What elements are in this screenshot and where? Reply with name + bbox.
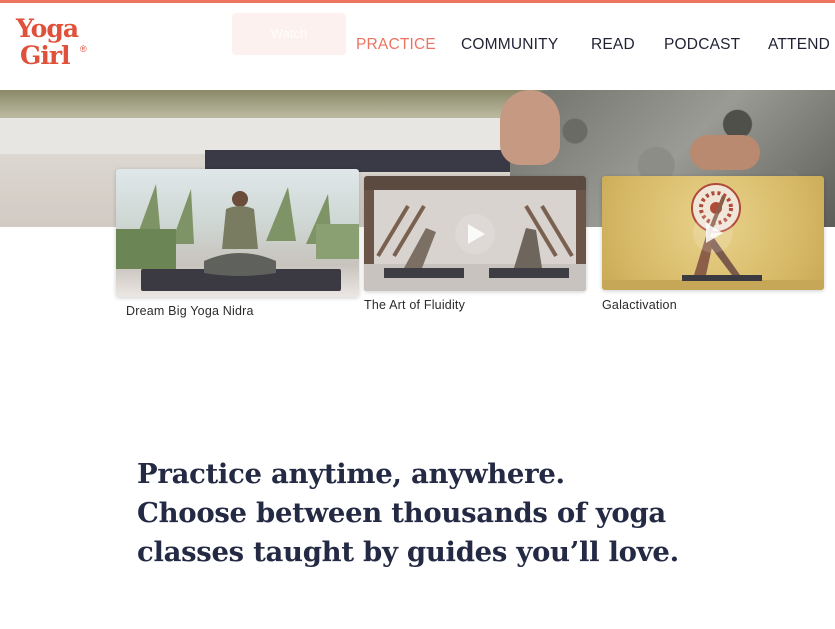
practice-headline: Practice anytime, anywhere. Choose betwe… <box>137 455 737 572</box>
thumbnail-image <box>116 184 359 291</box>
nav-item-practice[interactable]: PRACTICE <box>356 36 436 54</box>
nav-item-community[interactable]: COMMUNITY <box>461 36 558 54</box>
nav-item-podcast[interactable]: PODCAST <box>664 36 740 54</box>
nav-item-read[interactable]: READ <box>591 36 635 54</box>
top-accent-bar <box>0 0 835 3</box>
main-nav: PRACTICE COMMUNITY READ PODCAST ATTEND <box>0 36 835 60</box>
video-thumbnail[interactable] <box>602 176 824 290</box>
video-title[interactable]: The Art of Fluidity <box>364 298 465 312</box>
headline-line-3: classes taught by guides you’ll love. <box>137 536 679 568</box>
video-title[interactable]: Dream Big Yoga Nidra <box>126 304 254 318</box>
play-icon[interactable] <box>468 224 485 244</box>
video-title[interactable]: Galactivation <box>602 298 677 312</box>
video-thumbnail[interactable] <box>116 169 359 297</box>
video-thumbnail[interactable] <box>364 176 586 291</box>
site-header: Yoga Girl ® Watch PRACTICE COMMUNITY REA… <box>0 3 835 90</box>
headline-line-2: Choose between thousands of yoga <box>137 497 666 529</box>
play-icon[interactable] <box>706 223 723 243</box>
nav-item-attend[interactable]: ATTEND <box>768 36 830 54</box>
headline-line-1: Practice anytime, anywhere. <box>137 458 565 490</box>
